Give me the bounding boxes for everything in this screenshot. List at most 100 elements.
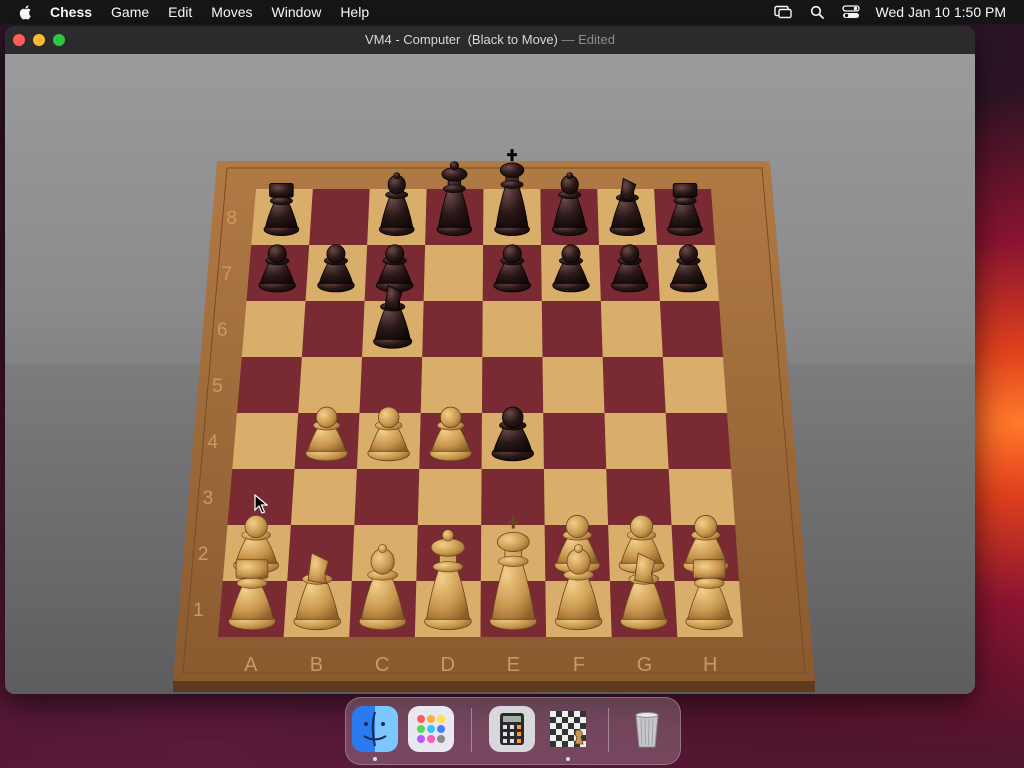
square-d6[interactable] xyxy=(422,301,483,357)
square-f6[interactable] xyxy=(541,301,603,357)
rank-label: 8 xyxy=(226,208,237,229)
menu-edit[interactable]: Edit xyxy=(168,4,192,20)
title-bar[interactable]: VM4 - Computer (Black to Move) — Edited xyxy=(5,26,975,55)
dock-chess-square xyxy=(580,711,586,717)
rank-label: 5 xyxy=(212,376,223,397)
finder-running-indicator xyxy=(373,757,377,761)
mouse-cursor-icon xyxy=(254,494,268,514)
chess-app-icon[interactable] xyxy=(545,706,591,752)
square-d5[interactable] xyxy=(420,357,483,413)
file-label: G xyxy=(637,654,653,676)
dock-separator xyxy=(608,708,609,752)
window-title: VM4 - Computer (Black to Move) — Edited xyxy=(5,32,975,47)
dock-chess-square xyxy=(556,723,562,729)
dock-chess-square xyxy=(556,717,562,723)
window-title-main: VM4 - Computer (Black to Move) xyxy=(365,32,558,47)
dock-chess-square xyxy=(580,723,586,729)
dock-chess-square xyxy=(580,717,586,723)
dock-chess-square xyxy=(550,717,556,723)
square-b8[interactable] xyxy=(309,189,370,245)
rank-label: 3 xyxy=(203,488,214,509)
menu-bar: Chess Game Edit Moves Window Help Wed Ja… xyxy=(0,0,1024,24)
control-center-icon[interactable] xyxy=(841,5,860,19)
file-label: A xyxy=(244,654,258,676)
dock-chess-square xyxy=(562,717,568,723)
rank-label: 6 xyxy=(217,320,228,341)
square-e5[interactable] xyxy=(482,357,544,413)
rank-label: 1 xyxy=(193,600,204,621)
rank-label: 7 xyxy=(222,264,233,285)
file-label: C xyxy=(375,654,389,676)
square-d7[interactable] xyxy=(423,245,484,301)
dock-chess-square xyxy=(574,717,580,723)
dock-chess-square xyxy=(550,711,556,717)
square-d3[interactable] xyxy=(417,469,482,525)
square-f5[interactable] xyxy=(542,357,605,413)
dock-chess-square xyxy=(562,741,568,747)
square-c3[interactable] xyxy=(354,469,420,525)
file-label: F xyxy=(573,654,585,676)
board-squares xyxy=(218,189,743,637)
dock-chess-square xyxy=(562,711,568,717)
menu-window[interactable]: Window xyxy=(272,4,322,20)
chess-running-indicator xyxy=(566,757,570,761)
finder-icon[interactable] xyxy=(352,706,398,752)
dock-chess-square xyxy=(562,729,568,735)
dock-separator xyxy=(471,708,472,752)
menu-help[interactable]: Help xyxy=(340,4,369,20)
dock-chess-square xyxy=(550,723,556,729)
square-h5[interactable] xyxy=(662,357,727,413)
square-e6[interactable] xyxy=(482,301,543,357)
search-icon[interactable] xyxy=(808,5,826,19)
square-c5[interactable] xyxy=(359,357,423,413)
dock-chess-square xyxy=(550,735,556,741)
dock-chess-square xyxy=(568,735,574,741)
trash-icon[interactable] xyxy=(624,706,670,752)
square-f4[interactable] xyxy=(543,413,607,469)
dock-chess-square xyxy=(556,741,562,747)
screen-mirroring-icon[interactable] xyxy=(773,5,792,19)
dock-chess-square xyxy=(562,735,568,741)
file-label: B xyxy=(310,654,323,676)
file-label: D xyxy=(440,654,454,676)
dock-chess-square xyxy=(568,711,574,717)
square-a4[interactable] xyxy=(232,413,299,469)
square-g6[interactable] xyxy=(600,301,663,357)
dock-chess-square xyxy=(550,741,556,747)
board-edge xyxy=(173,680,815,692)
calculator-icon[interactable] xyxy=(489,706,535,752)
dock-chess-square xyxy=(568,741,574,747)
square-b3[interactable] xyxy=(290,469,357,525)
dock-chess-square xyxy=(556,735,562,741)
rank-label: 2 xyxy=(198,544,209,565)
menu-moves[interactable]: Moves xyxy=(211,4,252,20)
square-g4[interactable] xyxy=(604,413,669,469)
square-h6[interactable] xyxy=(659,301,723,357)
launchpad-icon[interactable] xyxy=(408,706,454,752)
square-h4[interactable] xyxy=(665,413,731,469)
dock-chess-square xyxy=(568,729,574,735)
dock-chess-square xyxy=(562,723,568,729)
menu-clock[interactable]: Wed Jan 10 1:50 PM xyxy=(876,4,1006,20)
dock-chess-square xyxy=(556,729,562,735)
dock-chess-square xyxy=(568,723,574,729)
menu-game[interactable]: Game xyxy=(111,4,149,20)
square-g5[interactable] xyxy=(602,357,666,413)
window-title-edited: Edited xyxy=(578,32,615,47)
dock-chess-square xyxy=(574,723,580,729)
window-title-sep: — xyxy=(557,32,579,47)
dock-chess-square xyxy=(556,711,562,717)
dock-chess-square xyxy=(574,711,580,717)
square-a5[interactable] xyxy=(237,357,302,413)
square-b6[interactable] xyxy=(301,301,365,357)
file-label: E xyxy=(507,654,520,676)
chess-board-3d[interactable]: 8 7 6 5 4 3 2 1 A B C D E F G H xyxy=(5,54,975,694)
menu-app-chess[interactable]: Chess xyxy=(50,4,92,20)
apple-menu-icon[interactable] xyxy=(18,4,34,20)
chess-window: VM4 - Computer (Black to Move) — Edited xyxy=(5,26,975,694)
dock-chess-square xyxy=(568,717,574,723)
square-b5[interactable] xyxy=(298,357,363,413)
dock xyxy=(345,697,681,765)
board-scene: 8 7 6 5 4 3 2 1 A B C D E F G H xyxy=(5,54,975,694)
square-a6[interactable] xyxy=(241,301,306,357)
